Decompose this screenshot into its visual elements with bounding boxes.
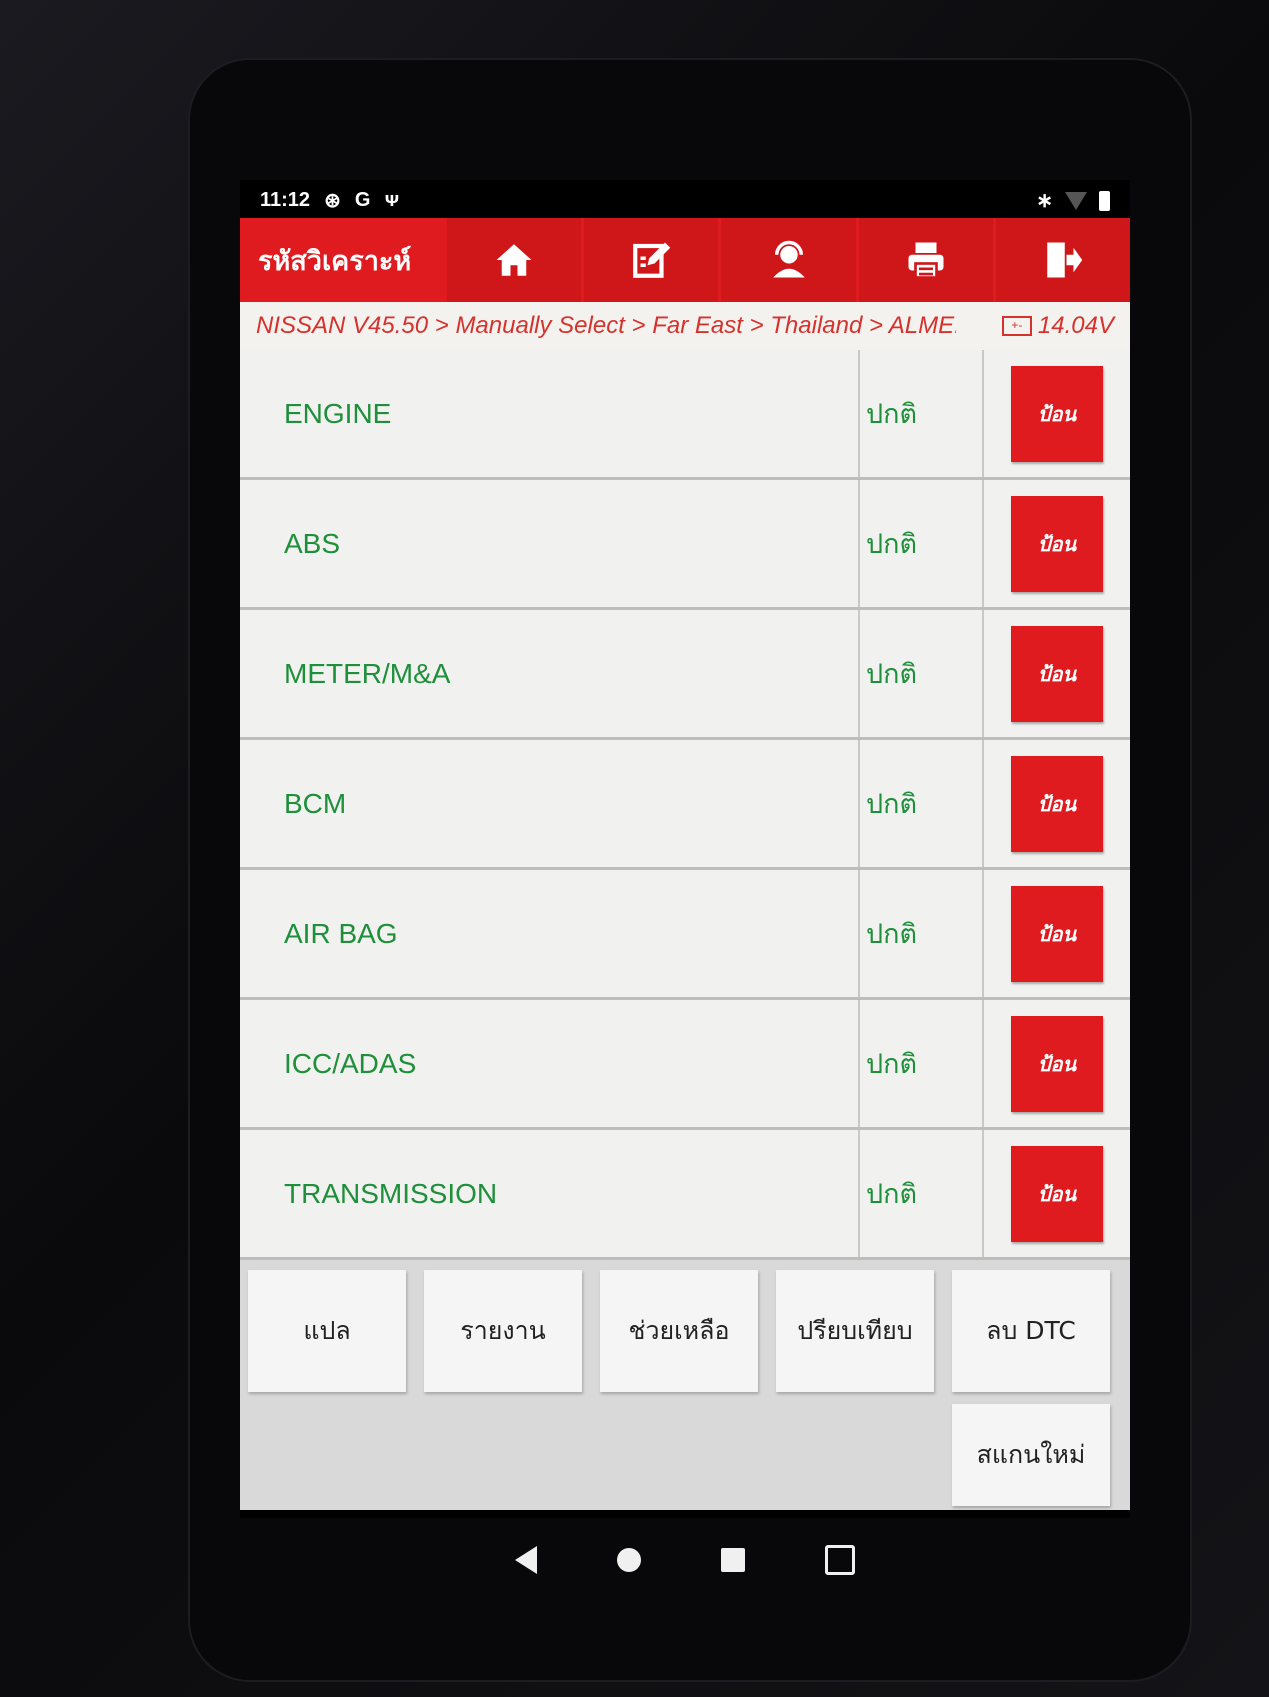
system-name: TRANSMISSION <box>240 1130 860 1257</box>
home-button[interactable] <box>444 218 582 302</box>
top-toolbar: รหัสวิเคราะห์ <box>240 218 1131 302</box>
help-button[interactable]: ช่วยเหลือ <box>600 1270 758 1392</box>
bluetooth-icon: ∗ <box>1036 190 1053 212</box>
android-nav-bar <box>240 1530 1130 1590</box>
support-agent-icon <box>772 240 805 278</box>
system-row-meter: METER/M&A ปกติ ป้อน <box>240 610 1130 740</box>
google-icon: G <box>354 189 371 211</box>
compare-button[interactable]: ปรียบเทียบ <box>776 1270 934 1392</box>
screenshot-icon[interactable] <box>825 1545 855 1575</box>
system-name: AIR BAG <box>240 870 860 997</box>
usb-icon: ᴪ <box>384 189 400 211</box>
clock: 11:12 <box>260 189 311 211</box>
enter-button[interactable]: ป้อน <box>1011 1145 1103 1242</box>
action-panel: แปล รายงาน ช่วยเหลือ ปรียบเทียบ ลบ DTC ส… <box>240 1260 1130 1510</box>
system-status: ปกติ <box>860 740 984 867</box>
system-name: METER/M&A <box>240 610 860 737</box>
page-title: รหัสวิเคราะห์ <box>258 245 412 277</box>
home-nav-icon[interactable] <box>617 1548 641 1572</box>
printer-icon <box>908 242 944 279</box>
enter-button[interactable]: ป้อน <box>1011 1015 1103 1112</box>
system-name: ICC/ADAS <box>240 1000 860 1127</box>
breadcrumb-path: NISSAN V45.50 > Manually Select > Far Ea… <box>256 312 956 339</box>
edit-icon <box>633 242 671 278</box>
recents-icon[interactable] <box>721 1548 745 1572</box>
breadcrumb: NISSAN V45.50 > Manually Select > Far Ea… <box>240 302 1130 350</box>
status-bar: 11:12 ⊛ G ᴪ ∗ <box>240 180 1130 218</box>
voltage-readout: +- 14.04V <box>1001 312 1114 340</box>
system-name: ABS <box>240 480 860 607</box>
report-button[interactable]: รายงาน <box>424 1270 582 1392</box>
support-button[interactable] <box>718 218 856 302</box>
tablet-screen: 11:12 ⊛ G ᴪ ∗ รหัสวิเคราะห์ NISSAN V45.5 <box>240 180 1131 1518</box>
translate-button[interactable]: แปล <box>248 1270 406 1392</box>
system-row-abs: ABS ปกติ ป้อน <box>240 480 1130 610</box>
system-status: ปกติ <box>860 350 984 477</box>
system-row-icc-adas: ICC/ADAS ปกติ ป้อน <box>240 1000 1130 1130</box>
battery-icon <box>1099 190 1110 211</box>
exit-icon <box>1047 242 1083 278</box>
edit-button[interactable] <box>581 218 719 302</box>
back-icon[interactable] <box>515 1546 537 1574</box>
home-icon <box>496 244 532 276</box>
print-button[interactable] <box>855 218 993 302</box>
sync-icon: ⊛ <box>324 190 341 212</box>
car-battery-icon: +- <box>1001 316 1032 336</box>
enter-button[interactable]: ป้อน <box>1011 625 1103 722</box>
system-row-transmission: TRANSMISSION ปกติ ป้อน <box>240 1130 1130 1260</box>
system-list: ENGINE ปกติ ป้อน ABS ปกติ ป้อน METER/M&A… <box>240 350 1130 1260</box>
clear-dtc-button[interactable]: ลบ DTC <box>952 1270 1110 1392</box>
system-status: ปกติ <box>860 1000 984 1127</box>
enter-button[interactable]: ป้อน <box>1011 365 1103 462</box>
system-status: ปกติ <box>860 610 984 737</box>
enter-button[interactable]: ป้อน <box>1011 495 1103 592</box>
enter-button[interactable]: ป้อน <box>1011 885 1103 982</box>
system-status: ปกติ <box>860 480 984 607</box>
system-row-bcm: BCM ปกติ ป้อน <box>240 740 1130 870</box>
rescan-button[interactable]: สแกนใหม่ <box>952 1404 1110 1506</box>
wifi-icon <box>1065 191 1087 210</box>
system-name: BCM <box>240 740 860 867</box>
system-row-engine: ENGINE ปกติ ป้อน <box>240 350 1130 480</box>
voltage-value: 14.04V <box>1037 312 1114 339</box>
system-status: ปกติ <box>860 1130 984 1257</box>
system-status: ปกติ <box>860 870 984 997</box>
system-name: ENGINE <box>240 350 860 477</box>
exit-button[interactable] <box>992 218 1131 302</box>
system-row-airbag: AIR BAG ปกติ ป้อน <box>240 870 1130 1000</box>
enter-button[interactable]: ป้อน <box>1011 755 1103 852</box>
